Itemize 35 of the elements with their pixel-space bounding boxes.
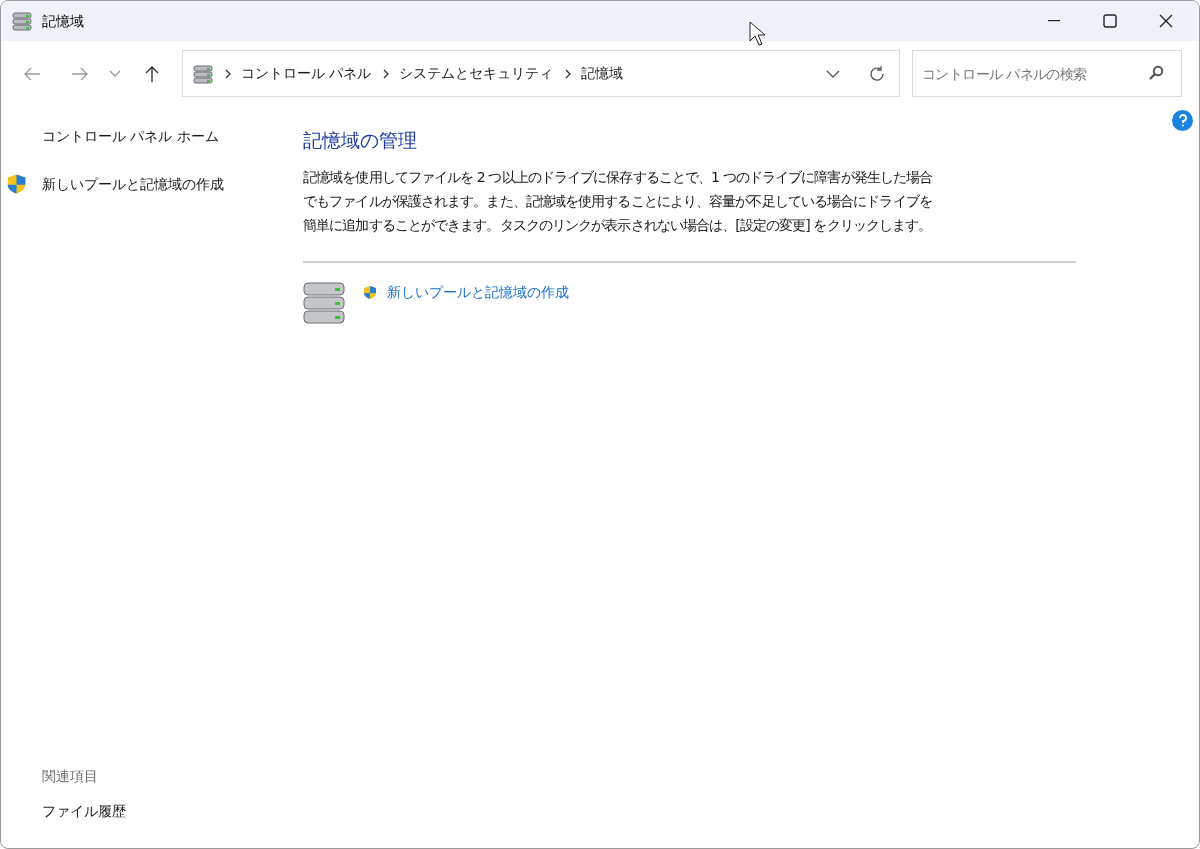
refresh-button[interactable] <box>867 63 887 84</box>
help-button[interactable] <box>1172 110 1193 131</box>
sidebar-link[interactable]: コントロール パネル ホーム <box>42 126 219 147</box>
question-mark-icon <box>1177 114 1188 127</box>
minimize-icon <box>1048 20 1060 22</box>
breadcrumb-item[interactable]: コントロール パネル <box>241 63 372 84</box>
drives-icon <box>193 63 213 84</box>
breadcrumb-item[interactable]: 記憶域 <box>581 63 624 84</box>
close-icon <box>1159 14 1173 28</box>
chevron-right-icon[interactable] <box>565 68 572 79</box>
shield-icon <box>363 284 377 300</box>
sidebar-link[interactable]: 新しいプールと記憶域の作成 <box>42 173 224 195</box>
drives-icon <box>12 11 32 31</box>
mouse-cursor-icon <box>749 21 766 47</box>
related-heading: 関連項目 <box>42 767 99 786</box>
chevron-down-icon <box>109 70 121 77</box>
description-text: 記憶域を使用してファイルを 2 つ以上のドライブに保存することで、1 つのドライブに障害が発生した場合でもファイルが保護されます。また、記憶域を使用することにより、容量が不足している場合にドライブを簡単に追加することができます。タスクのリンクが表示されない場合は、[設定の変更] をクリックします。 <box>303 167 934 235</box>
create-pool-link[interactable]: 新しいプールと記憶域の作成 <box>387 281 569 303</box>
refresh-icon <box>868 64 886 83</box>
chevron-down-icon <box>826 69 840 78</box>
shield-icon <box>6 173 27 195</box>
chevron-right-icon[interactable] <box>383 68 390 79</box>
search-field[interactable]: コントロール パネルの検索 <box>912 50 1182 97</box>
maximize-icon <box>1103 14 1117 28</box>
up-arrow-icon <box>144 64 160 83</box>
related-link[interactable]: ファイル履歴 <box>42 801 281 822</box>
forward-arrow-icon <box>71 65 89 82</box>
window-title: 記憶域 <box>42 11 84 31</box>
breadcrumb-item[interactable]: システムとセキュリティ <box>399 63 554 84</box>
chevron-right-icon[interactable] <box>225 68 231 79</box>
page-heading: 記憶域の管理 <box>303 128 418 153</box>
search-icon <box>1148 65 1164 81</box>
back-arrow-icon <box>23 65 41 82</box>
address-bar[interactable]: コントロール パネル システムとセキュリティ 記憶域 <box>182 50 900 97</box>
drives-icon <box>303 280 345 325</box>
